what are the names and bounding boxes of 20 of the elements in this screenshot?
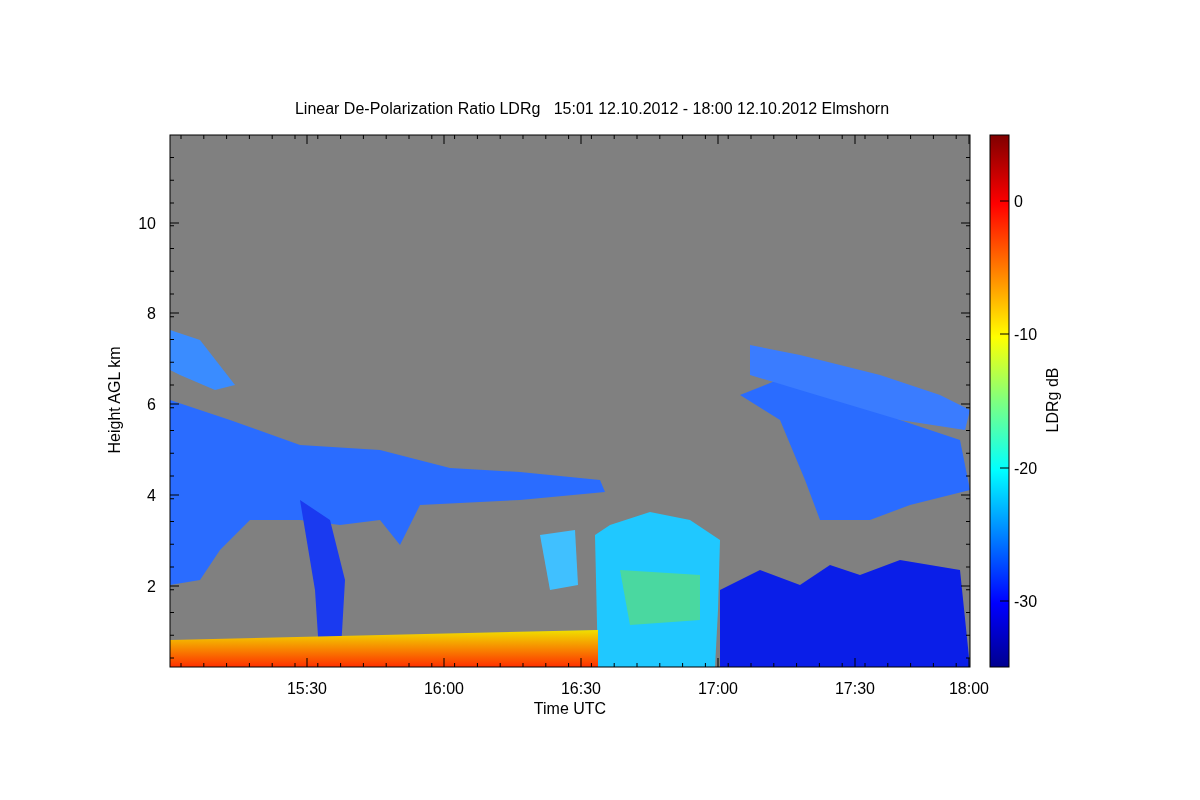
y-tick-label: 8 [147,305,156,322]
echo-region [170,330,235,390]
colorbar-tick-label: 0 [1014,193,1023,210]
y-axis-label: Height AGL km [106,346,123,454]
colorbar-tick-label: -10 [1014,326,1038,343]
x-axis-label: Time UTC [533,700,607,717]
x-tick-label: 16:00 [424,680,464,697]
x-tick-label: 18:00 [949,680,989,697]
x-tick-label: 17:00 [698,680,738,697]
x-tick-label: 16:30 [561,680,601,697]
colorbar-tick-label: -30 [1014,593,1038,610]
x-tick-label: 15:30 [287,680,327,697]
y-tick-label: 6 [147,396,156,413]
colorbar-label: LDRg dB [1044,367,1061,433]
chart-title: Linear De-Polarization Ratio LDRg 15:01 12.10.2012 - 18:00 12.10.2012 Elmshorn [294,100,890,117]
colorbar-tick-label: -20 [1014,460,1038,477]
y-tick-label: 2 [147,578,156,595]
y-tick-label: 10 [138,215,156,232]
x-tick-label: 17:30 [835,680,875,697]
y-tick-label: 4 [147,487,156,504]
